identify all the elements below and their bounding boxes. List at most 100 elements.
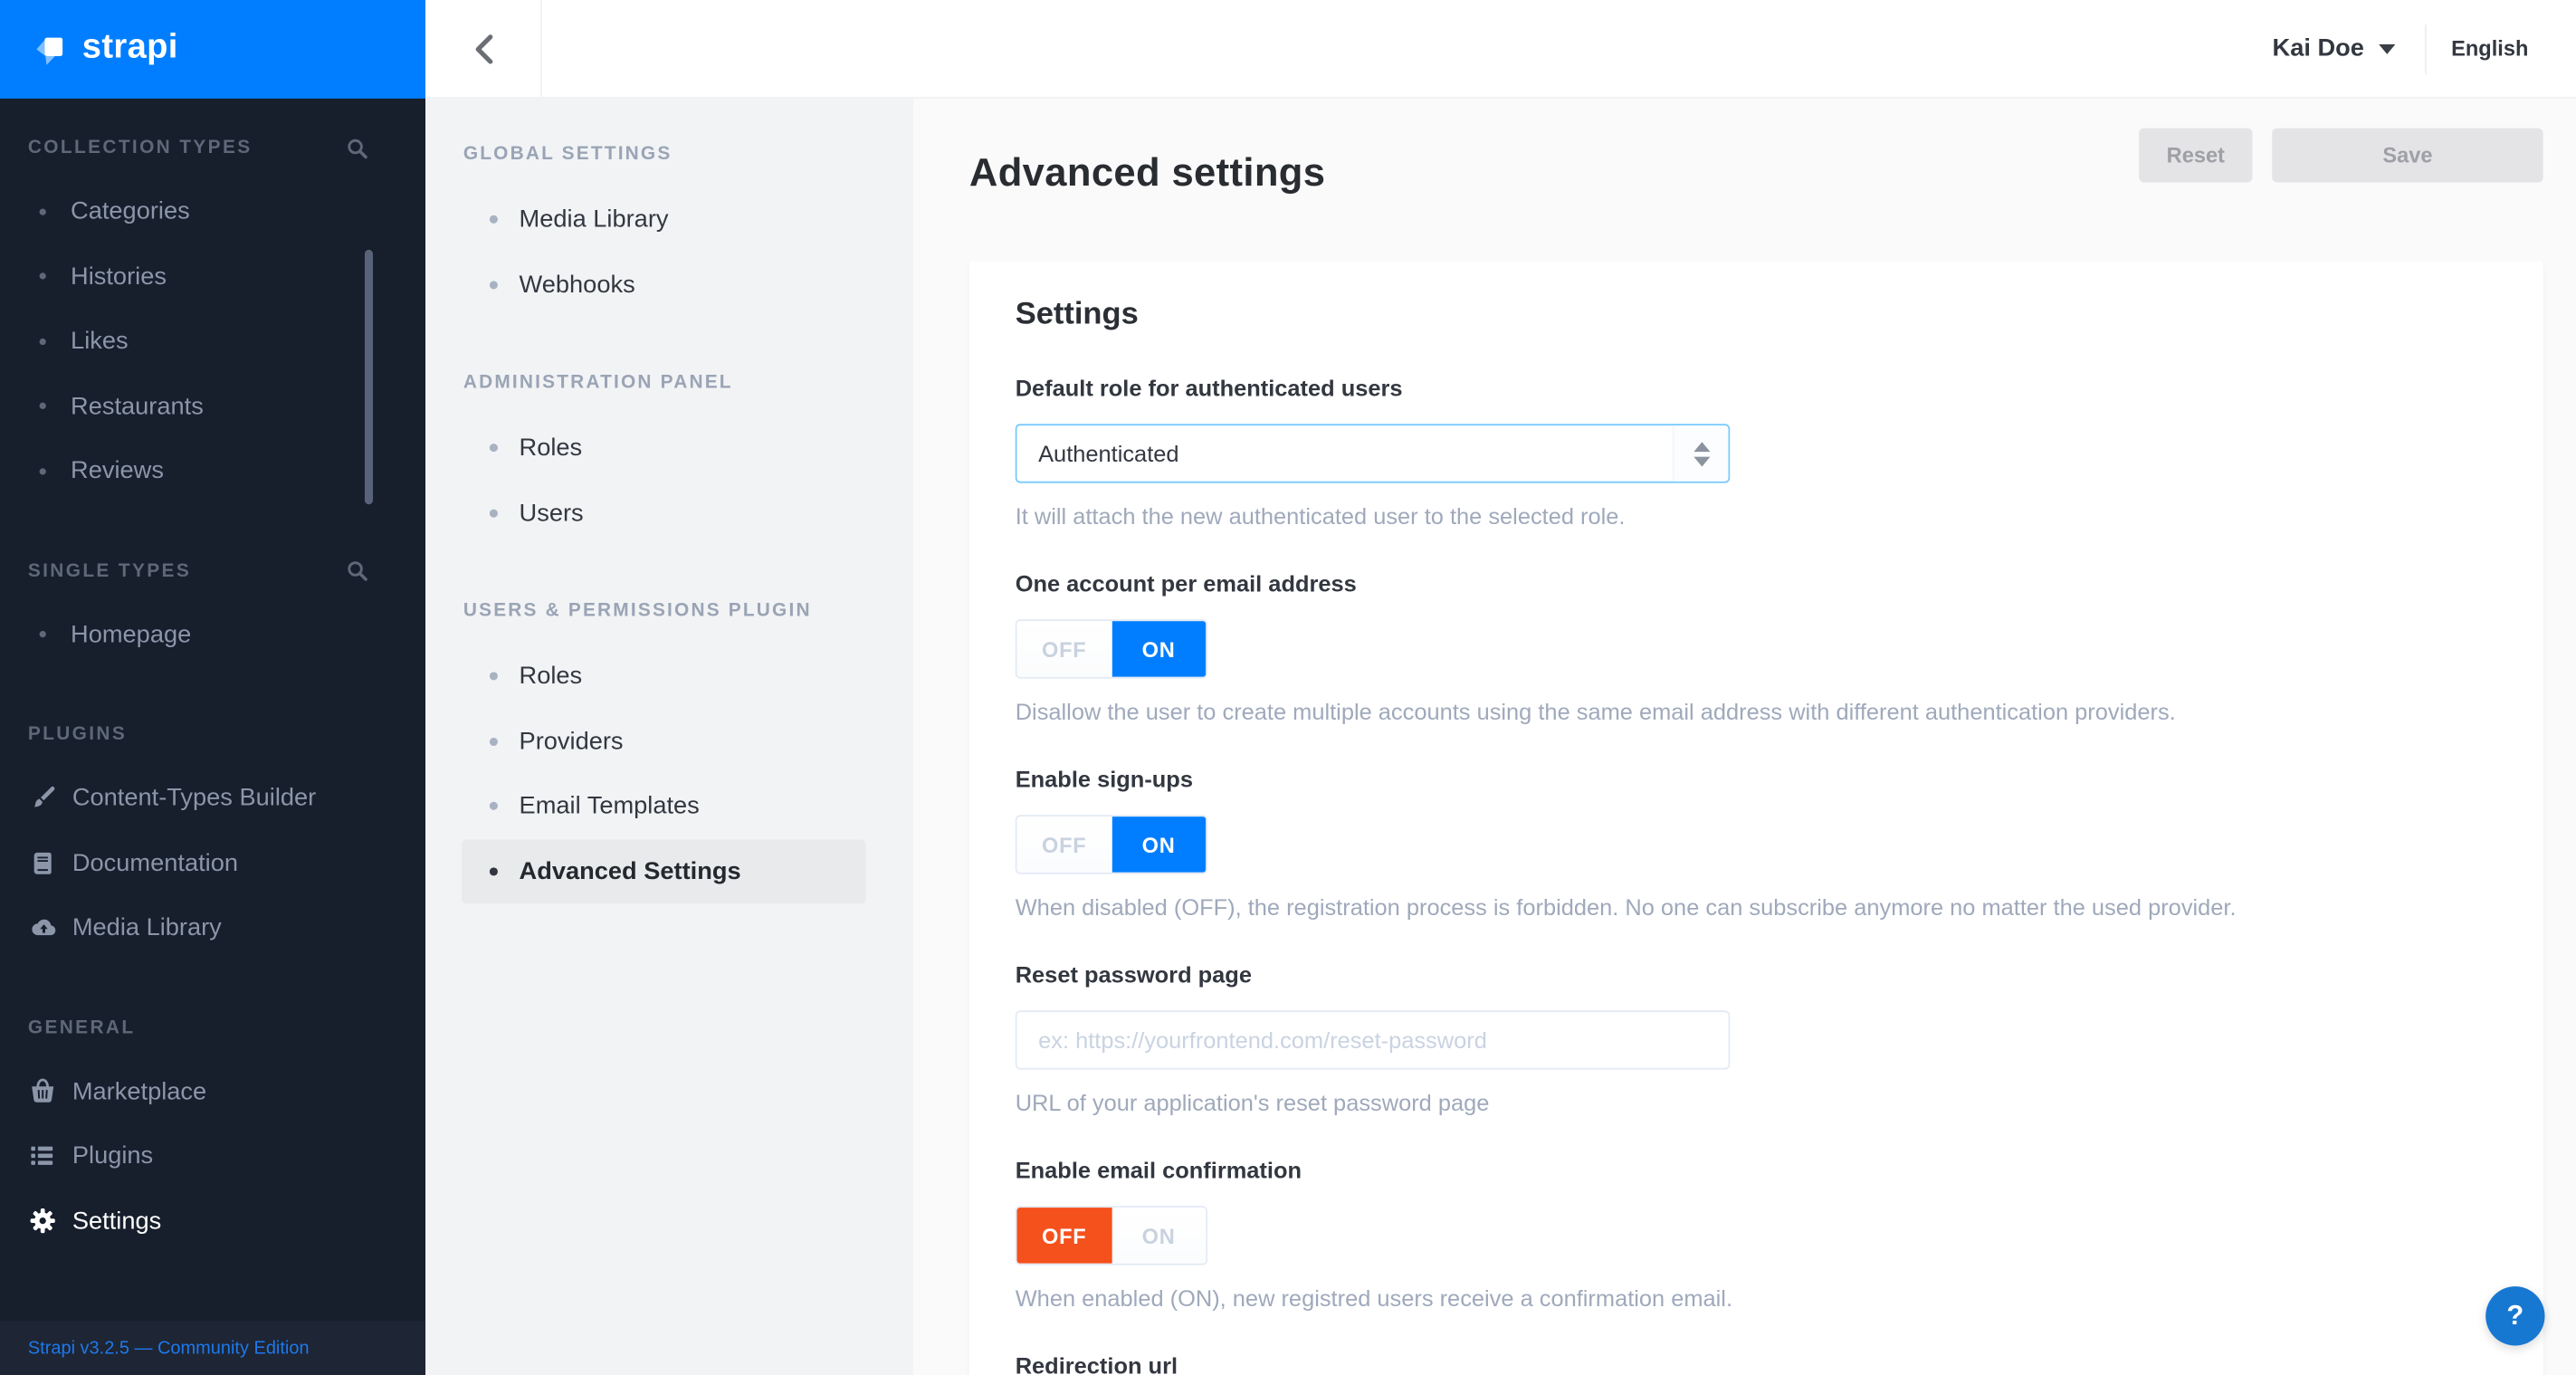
settings-card: Settings Default role for authenticated … [968, 261, 2543, 1375]
toggle-off-button[interactable]: OFF [1016, 1208, 1111, 1264]
settings-nav-admin-users[interactable]: Users [462, 481, 866, 546]
divider [2425, 24, 2427, 73]
bullet-icon [489, 802, 498, 811]
question-mark-icon: ? [2506, 1299, 2524, 1332]
back-button[interactable] [425, 0, 542, 98]
sidebar-item-media-library[interactable]: Media Library [0, 895, 425, 960]
section-label-single-types: SINGLE TYPES [27, 560, 192, 581]
settings-nav-providers[interactable]: Providers [462, 709, 866, 774]
settings-nav-advanced-settings[interactable]: Advanced Settings [462, 838, 866, 904]
sidebar-item-documentation[interactable]: Documentation [0, 831, 425, 896]
gear-icon [28, 1208, 56, 1235]
field-description: It will attach the new authenticated use… [1015, 502, 1626, 530]
sidebar-item-histories[interactable]: Histories [0, 244, 425, 310]
bullet-icon [39, 208, 46, 215]
field-email-confirmation: Enable email confirmation OFF ON When en… [1015, 1156, 2497, 1313]
card-title: Settings [1015, 297, 1139, 332]
field-description: When disabled (OFF), the registration pr… [1015, 893, 2237, 921]
toggle-off-button[interactable]: OFF [1016, 816, 1111, 873]
version-link[interactable]: Strapi v3.2.5 — Community Edition [28, 1338, 310, 1358]
sidebar-item-content-types-builder[interactable]: Content-Types Builder [0, 766, 425, 831]
settings-group-admin-panel: ADMINISTRATION PANEL [463, 373, 733, 393]
field-description: When enabled (ON), new registred users r… [1015, 1284, 1733, 1312]
field-description: URL of your application's reset password… [1015, 1089, 1490, 1116]
chevron-down-icon[interactable] [2379, 43, 2396, 53]
section-label-collection-types: COLLECTION TYPES [27, 138, 253, 158]
help-button[interactable]: ? [2485, 1286, 2545, 1346]
field-reset-password-page: Reset password page URL of your applicat… [1015, 960, 2497, 1117]
app-root: strapi COLLECTION TYPES Categories Histo… [0, 0, 2576, 1375]
field-label: One account per email address [1015, 569, 1357, 597]
bullet-icon [39, 403, 46, 410]
settings-sidebar: GLOBAL SETTINGS Media Library Webhooks A… [425, 98, 914, 1375]
save-button[interactable]: Save [2272, 128, 2543, 183]
page-title: Advanced settings [968, 151, 1326, 196]
reset-button[interactable]: Reset [2139, 128, 2253, 183]
field-label: Enable sign-ups [1015, 765, 1193, 792]
user-menu[interactable]: Kai Doe [2273, 34, 2364, 62]
bullet-icon [489, 215, 498, 224]
toggle-on-button[interactable]: ON [1111, 621, 1207, 677]
bullet-icon [489, 672, 498, 681]
sidebar-item-plugins[interactable]: Plugins [0, 1123, 425, 1189]
select-value: Authenticated [1038, 440, 1179, 467]
bullet-icon [489, 280, 498, 289]
toggle-off-button[interactable]: OFF [1016, 621, 1111, 677]
cloud-upload-icon [28, 915, 56, 941]
paintbrush-icon [28, 785, 56, 811]
strapi-logo-link[interactable]: strapi [0, 0, 426, 99]
toggle-on-button[interactable]: ON [1111, 1208, 1207, 1264]
field-enable-signups: Enable sign-ups OFF ON When disabled (OF… [1015, 765, 2497, 921]
field-description: Disallow the user to create multiple acc… [1015, 698, 2176, 725]
search-icon[interactable] [347, 560, 368, 582]
sidebar-item-settings[interactable]: Settings [0, 1189, 425, 1254]
settings-nav-admin-roles[interactable]: Roles [462, 415, 866, 481]
book-icon [28, 851, 56, 875]
one-account-toggle: OFF ON [1015, 619, 1208, 679]
bullet-icon [489, 866, 498, 875]
field-label: Reset password page [1015, 960, 1252, 988]
settings-group-global: GLOBAL SETTINGS [463, 144, 673, 165]
bullet-icon [39, 631, 46, 638]
strapi-logo-icon [36, 37, 63, 65]
bullet-icon [39, 467, 46, 475]
settings-nav-webhooks[interactable]: Webhooks [462, 253, 866, 318]
bullet-icon [39, 272, 46, 281]
field-label: Default role for authenticated users [1015, 374, 1403, 401]
user-area: Kai Doe English [2273, 24, 2576, 73]
field-label: Redirection url [1015, 1351, 1178, 1375]
sidebar-item-homepage[interactable]: Homepage [0, 602, 425, 667]
chevron-left-icon [474, 33, 492, 63]
sidebar-item-reviews[interactable]: Reviews [0, 439, 425, 504]
basket-icon [28, 1078, 56, 1104]
page-actions: Reset Save [2139, 128, 2543, 183]
sidebar-item-marketplace[interactable]: Marketplace [0, 1059, 425, 1124]
field-label: Enable email confirmation [1015, 1156, 1302, 1183]
settings-nav-up-roles[interactable]: Roles [462, 644, 866, 709]
sidebar-footer: Strapi v3.2.5 — Community Edition [0, 1321, 426, 1375]
bullet-icon [489, 737, 498, 746]
language-selector[interactable]: English [2451, 36, 2528, 61]
main-sidebar: strapi COLLECTION TYPES Categories Histo… [0, 0, 426, 1375]
section-label-plugins: PLUGINS [27, 724, 128, 745]
select-spinner-icon [1672, 425, 1729, 482]
sidebar-scrollbar-thumb[interactable] [364, 249, 374, 505]
toggle-on-button[interactable]: ON [1111, 816, 1207, 873]
section-label-general: GENERAL [27, 1017, 136, 1038]
sidebar-item-restaurants[interactable]: Restaurants [0, 374, 425, 439]
settings-nav-email-templates[interactable]: Email Templates [462, 774, 866, 839]
settings-group-users-permissions: USERS & PERMISSIONS PLUGIN [463, 601, 812, 622]
settings-nav-media-library[interactable]: Media Library [462, 187, 866, 253]
sidebar-nav: COLLECTION TYPES Categories Histories Li… [0, 99, 425, 1254]
sidebar-item-categories[interactable]: Categories [0, 179, 425, 244]
logo-text: strapi [81, 26, 178, 65]
search-icon[interactable] [347, 138, 368, 159]
bullet-icon [489, 509, 498, 518]
list-icon [28, 1144, 56, 1169]
sidebar-item-likes[interactable]: Likes [0, 309, 425, 374]
field-redirection-url: Redirection url [1016, 1352, 2497, 1375]
field-one-account: One account per email address OFF ON Dis… [1015, 569, 2497, 726]
topbar: Kai Doe English [425, 0, 2576, 99]
default-role-select[interactable]: Authenticated [1015, 424, 1731, 483]
reset-password-url-input[interactable] [1015, 1010, 1731, 1070]
